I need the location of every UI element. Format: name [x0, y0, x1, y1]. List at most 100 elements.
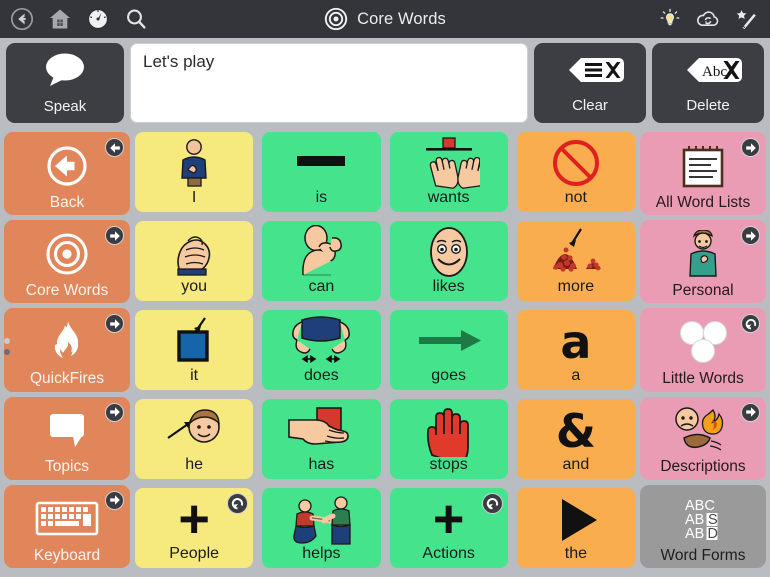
word-label: is: [315, 189, 328, 206]
message-input[interactable]: Let's play: [130, 42, 528, 123]
word-cell-you[interactable]: you: [135, 221, 254, 301]
search-icon[interactable]: [124, 7, 148, 31]
letter-a-glyph: a: [560, 315, 592, 369]
two-piles-icon: [517, 221, 635, 279]
abc-word-forms-icon: ABC AB S AB D: [673, 485, 733, 548]
two-people-helping-icon: [262, 488, 380, 546]
right-sidebar: All Word Lists Personal Little Words Des…: [640, 128, 766, 573]
word-cell-people[interactable]: + People: [135, 488, 254, 568]
forward-arrow-badge[interactable]: [741, 226, 760, 246]
forward-arrow-badge[interactable]: [105, 314, 124, 334]
target-icon: [42, 220, 92, 283]
gauge-icon[interactable]: [86, 7, 110, 31]
forward-arrow-badge[interactable]: [105, 226, 124, 246]
home-icon[interactable]: [48, 7, 72, 31]
clear-message-icon: [553, 51, 627, 94]
page-dot-inactive[interactable]: [4, 349, 10, 355]
word-label: it: [190, 367, 199, 384]
word-label: likes: [432, 278, 465, 295]
word-label: People: [169, 545, 220, 562]
word-cell-and[interactable]: & and: [516, 399, 635, 479]
back-arrow-badge[interactable]: [105, 138, 124, 157]
word-label: and: [562, 456, 590, 473]
word-cell-does[interactable]: does: [262, 310, 381, 390]
flexing-arm-icon: [262, 221, 380, 279]
word-cell-likes[interactable]: likes: [389, 221, 508, 301]
word-label: more: [557, 278, 595, 295]
person-doing-icon: [262, 310, 380, 368]
word-cell-i[interactable]: I: [135, 132, 254, 212]
three-circles-icon: [674, 308, 732, 371]
word-cell-not[interactable]: not: [516, 132, 635, 212]
word-cell-he[interactable]: he: [135, 399, 254, 479]
speak-label: Speak: [43, 98, 87, 115]
word-cell-can[interactable]: can: [262, 221, 381, 301]
sidebar-item-core-words[interactable]: Core Words: [4, 220, 130, 304]
forward-arrow-badge[interactable]: [741, 138, 760, 157]
word-label: goes: [431, 367, 466, 384]
lightbulb-icon[interactable]: [658, 7, 682, 31]
page-title: Core Words: [357, 9, 446, 28]
word-cell-stops[interactable]: stops: [389, 399, 508, 479]
word-label: the: [564, 545, 587, 562]
word-cell-helps[interactable]: helps: [262, 488, 381, 568]
word-cell-is[interactable]: is: [262, 132, 381, 212]
forward-arrow-badge[interactable]: [741, 402, 760, 422]
notepad-icon: [679, 132, 727, 195]
sidebar-item-personal[interactable]: Personal: [640, 220, 766, 304]
sidebar-item-keyboard[interactable]: Keyboard: [4, 484, 130, 569]
right-arrow-icon: [390, 310, 508, 368]
person-icon: [680, 220, 726, 283]
return-arrow-badge[interactable]: [481, 493, 503, 514]
ampersand-glyph: &: [555, 404, 596, 458]
clear-label: Clear: [572, 97, 608, 114]
plus-glyph: +: [432, 489, 465, 550]
sidebar-item-back[interactable]: Back: [4, 132, 130, 216]
prohibition-sign-icon: [517, 132, 635, 190]
word-cell-wants[interactable]: wants: [389, 132, 508, 212]
black-triangle-icon: [517, 488, 635, 546]
speech-bubble-icon: [39, 50, 91, 95]
word-grid: I is wants not you can likes more it doe…: [130, 128, 640, 573]
back-icon[interactable]: [10, 7, 34, 31]
ampersand-icon: &: [517, 399, 635, 457]
sidebar-item-descriptions[interactable]: Descriptions: [640, 396, 766, 480]
arrow-to-square-icon: [135, 310, 253, 368]
speak-button[interactable]: Speak: [6, 42, 124, 123]
word-cell-more[interactable]: more: [516, 221, 635, 301]
sidebar-item-quickfires[interactable]: QuickFires: [4, 308, 130, 392]
back-arrow-circle-icon: [41, 132, 93, 195]
word-label: helps: [302, 545, 341, 562]
sidebar-item-topics[interactable]: Topics: [4, 396, 130, 480]
left-sidebar: Back Core Words QuickFires Topics Keyboa…: [4, 128, 130, 573]
sidebar-label: QuickFires: [29, 370, 105, 388]
sidebar-item-all-word-lists[interactable]: All Word Lists: [640, 132, 766, 216]
page-indicator-dots[interactable]: [4, 338, 10, 355]
sidebar-label: Little Words: [662, 370, 744, 388]
word-cell-has[interactable]: has: [262, 399, 381, 479]
word-cell-actions[interactable]: + Actions: [389, 488, 508, 568]
toolbar-left-group: [0, 7, 148, 31]
word-cell-goes[interactable]: goes: [389, 310, 508, 390]
forward-arrow-badge[interactable]: [105, 402, 124, 422]
page-dot-active[interactable]: [4, 338, 10, 344]
sidebar-label: Descriptions: [660, 458, 746, 476]
word-cell-a[interactable]: a a: [516, 310, 635, 390]
sidebar-item-word-forms[interactable]: ABC AB S AB D Word Forms: [640, 484, 766, 569]
forward-arrow-badge[interactable]: [105, 490, 124, 510]
magic-wand-icon[interactable]: [734, 7, 758, 31]
cloud-sync-icon[interactable]: [695, 7, 721, 31]
word-cell-the[interactable]: the: [516, 488, 635, 568]
delete-button[interactable]: Abc Delete: [652, 42, 764, 123]
keyboard-icon: [34, 485, 100, 548]
word-cell-it[interactable]: it: [135, 310, 254, 390]
face-and-fire-icon: [670, 397, 736, 460]
word-label: I: [191, 189, 197, 206]
sidebar-item-little-words[interactable]: Little Words: [640, 308, 766, 392]
word-label: can: [308, 278, 335, 295]
svg-text:Abc: Abc: [702, 64, 727, 80]
sidebar-label: All Word Lists: [655, 193, 751, 211]
clear-button[interactable]: Clear: [534, 42, 646, 123]
word-label: does: [304, 367, 339, 384]
return-arrow-badge[interactable]: [741, 314, 760, 334]
